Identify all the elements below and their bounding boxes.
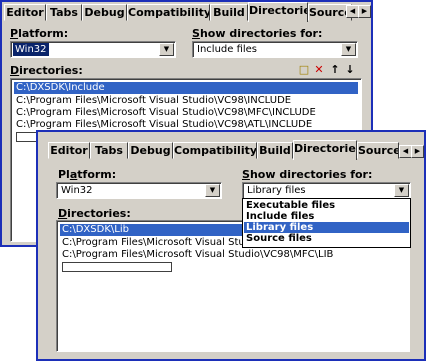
front-tab-source[interactable]: Source	[357, 142, 399, 159]
back-platform-label: Platform:	[10, 27, 69, 40]
back-move-up-icon[interactable]: ↑	[329, 64, 341, 76]
front-tab-compatibility[interactable]: Compatibility	[173, 142, 257, 159]
back-move-down-icon[interactable]: ↓	[344, 64, 356, 76]
front-new-directory-input[interactable]	[62, 262, 172, 272]
dropdown-option-executable-files[interactable]: Executable files	[244, 200, 409, 211]
dropdown-option-library-files[interactable]: Library files	[244, 222, 409, 233]
front-tab-tabs[interactable]: Tabs	[90, 142, 128, 159]
back-tab-debug[interactable]: Debug	[82, 4, 127, 21]
back-tab-editor[interactable]: Editor	[4, 4, 46, 21]
list-item[interactable]: C:\Program Files\Microsoft Visual Studio…	[60, 249, 406, 261]
list-item[interactable]: C:\Program Files\Microsoft Visual Studio…	[14, 95, 358, 107]
dropdown-option-source-files[interactable]: Source files	[244, 233, 409, 244]
front-dialog: Editor Tabs Debug Compatibility Build Di…	[36, 130, 426, 361]
back-tab-directories[interactable]: Directories	[248, 2, 308, 22]
back-tab-tabs[interactable]: Tabs	[46, 4, 82, 21]
back-tab-strip: Editor Tabs Debug Compatibility Build Di…	[2, 2, 371, 22]
back-platform-value: Win32	[13, 43, 49, 56]
back-directories-label: Directories:	[10, 64, 83, 77]
back-new-folder-icon[interactable]: □	[298, 64, 310, 76]
front-show-dirs-dropdown-list: Executable files Include files Library f…	[242, 198, 411, 248]
front-tab-build[interactable]: Build	[257, 142, 293, 159]
back-tab-compatibility[interactable]: Compatibility	[127, 4, 210, 21]
front-show-dirs-dropdown-icon[interactable]: ▼	[394, 184, 409, 197]
front-platform-value: Win32	[61, 185, 93, 196]
front-show-dirs-select[interactable]: Library files ▼	[242, 182, 411, 199]
front-platform-select[interactable]: Win32 ▼	[56, 182, 222, 199]
list-item[interactable]: C:\DXSDK\Include	[14, 82, 358, 94]
back-platform-select[interactable]: Win32 ▼	[10, 41, 176, 58]
back-tab-build[interactable]: Build	[210, 4, 248, 21]
front-show-dirs-value: Library files	[247, 185, 306, 196]
front-directories-label: Directories:	[58, 207, 131, 220]
back-tab-scroll-right-icon[interactable]: ▶	[358, 5, 371, 18]
back-platform-dropdown-icon[interactable]: ▼	[159, 43, 174, 56]
front-show-dirs-label: Show directories for:	[242, 168, 373, 181]
back-delete-icon[interactable]: ✕	[313, 64, 325, 76]
front-tab-scroll-right-icon[interactable]: ▶	[411, 145, 424, 158]
front-tab-directories[interactable]: Directories	[293, 140, 357, 160]
front-platform-label: Platform:	[58, 168, 117, 181]
front-platform-dropdown-icon[interactable]: ▼	[205, 184, 220, 197]
dropdown-option-include-files[interactable]: Include files	[244, 211, 409, 222]
front-tab-debug[interactable]: Debug	[128, 142, 173, 159]
back-show-dirs-label: Show directories for:	[192, 27, 323, 40]
back-show-dirs-value: Include files	[197, 44, 258, 55]
back-show-dirs-select[interactable]: Include files ▼	[192, 41, 358, 58]
front-tab-strip: Editor Tabs Debug Compatibility Build Di…	[38, 140, 424, 160]
front-tab-editor[interactable]: Editor	[48, 142, 90, 159]
list-item[interactable]: C:\Program Files\Microsoft Visual Studio…	[14, 107, 358, 119]
back-show-dirs-dropdown-icon[interactable]: ▼	[341, 43, 356, 56]
